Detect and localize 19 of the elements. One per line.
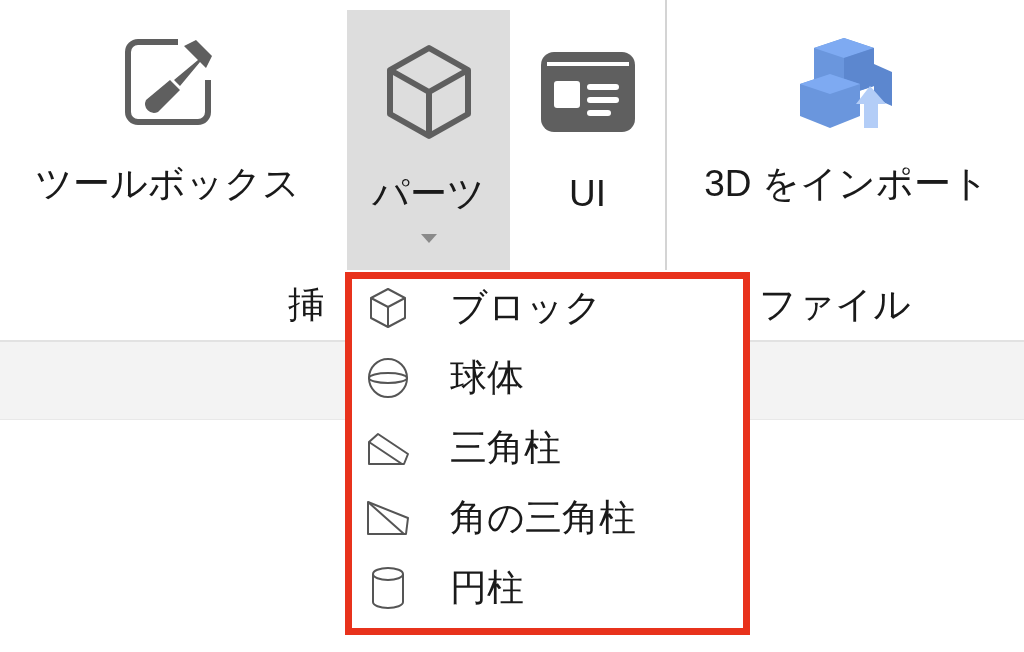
group-label: 挿 [288, 283, 325, 327]
menu-item[interactable]: ブロック [352, 273, 743, 343]
cylinder-icon [372, 567, 404, 609]
cube-icon [385, 44, 472, 140]
menu-item[interactable]: 角の三角柱 [352, 483, 743, 553]
blocks-upload-icon [799, 36, 894, 128]
menu-item[interactable]: 三角柱 [352, 413, 743, 483]
menu-item[interactable]: 円柱 [352, 553, 743, 623]
caret-icon [420, 234, 437, 243]
cube-icon [370, 288, 406, 328]
window-layout-icon [540, 52, 635, 132]
toolbar-button[interactable]: UI [510, 10, 665, 270]
sphere-icon [368, 358, 408, 398]
wedge-icon [366, 430, 410, 466]
toolbar-button[interactable]: 3D をインポート [667, 0, 1024, 260]
dropdown-button[interactable]: パーツ [347, 10, 510, 270]
toolbar-button[interactable]: ツールボックス [0, 0, 335, 260]
corner-wedge-icon [366, 500, 410, 536]
group-label: ファイル [758, 283, 911, 327]
